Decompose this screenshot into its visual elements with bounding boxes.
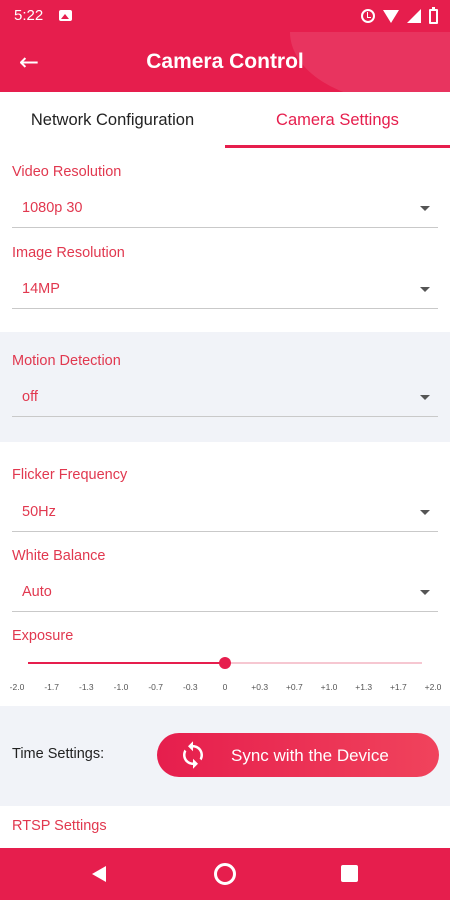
chevron-down-icon: [420, 206, 430, 211]
exposure-tick-label: +0.7: [285, 682, 303, 692]
status-bar: 5:22: [0, 0, 450, 32]
status-time: 5:22: [14, 7, 44, 24]
slider-fill: [28, 662, 225, 664]
wifi-icon: [383, 9, 399, 23]
status-icons: [361, 6, 438, 26]
white-balance-select[interactable]: Auto: [12, 574, 438, 612]
chevron-down-icon: [420, 590, 430, 595]
exposure-tick-label: +2.0: [424, 682, 442, 692]
tab-bar: Network Configuration Camera Settings: [0, 92, 450, 148]
motion-detection-label: Motion Detection: [12, 353, 121, 369]
exposure-tick-label: +0.3: [251, 682, 269, 692]
chevron-down-icon: [420, 395, 430, 400]
flicker-frequency-label: Flicker Frequency: [12, 467, 128, 483]
chevron-down-icon: [420, 287, 430, 292]
exposure-slider[interactable]: [28, 657, 422, 670]
battery-icon: [429, 6, 438, 24]
slider-thumb[interactable]: [219, 657, 231, 669]
video-resolution-select[interactable]: 1080p 30: [12, 190, 438, 228]
white-balance-label: White Balance: [12, 548, 106, 564]
exposure-tick-labels: -2.0 -1.7 -1.3 -1.0 -0.7 -0.3 0 +0.3 +0.7 +1.0 +1.…: [10, 682, 442, 696]
flicker-frequency-value: 50Hz: [22, 504, 56, 520]
chevron-down-icon: [420, 510, 430, 515]
image-icon: [59, 10, 72, 21]
nav-recent-icon[interactable]: [341, 865, 358, 882]
white-balance-value: Auto: [22, 584, 52, 600]
tab-network-configuration[interactable]: Network Configuration: [0, 92, 225, 148]
flicker-frequency-select[interactable]: 50Hz: [12, 494, 438, 532]
motion-detection-value: off: [22, 389, 38, 405]
sync-with-device-button[interactable]: Sync with the Device: [157, 733, 439, 777]
sync-icon: [183, 741, 203, 769]
tab-camera-settings[interactable]: Camera Settings: [225, 92, 450, 148]
video-resolution-label: Video Resolution: [12, 164, 122, 180]
motion-detection-section: Motion Detection off: [0, 332, 450, 442]
exposure-tick-label: -1.3: [79, 682, 94, 692]
sync-button-label: Sync with the Device: [231, 746, 389, 765]
nav-back-icon[interactable]: [88, 862, 112, 886]
exposure-tick-label: -0.7: [148, 682, 163, 692]
app-bar: ← Camera Control: [0, 32, 450, 92]
time-settings-label: Time Settings:: [12, 746, 105, 762]
exposure-tick-label: +1.7: [389, 682, 407, 692]
exposure-tick-label: -2.0: [9, 682, 25, 692]
exposure-tick-label: 0: [222, 682, 228, 692]
alarm-icon: [361, 9, 375, 23]
exposure-tick-label: -1.0: [113, 682, 129, 692]
image-resolution-value: 14MP: [22, 281, 60, 297]
exposure-tick-label: -1.7: [44, 682, 59, 692]
exposure-label: Exposure: [12, 628, 74, 644]
exposure-tick-label: +1.3: [355, 682, 373, 692]
exposure-tick-label: +1.0: [320, 682, 338, 692]
page-title: Camera Control: [146, 50, 304, 73]
rtsp-settings-label: RTSP Settings: [12, 818, 107, 834]
image-resolution-select[interactable]: 14MP: [12, 271, 438, 309]
exposure-tick-label: -0.3: [183, 682, 198, 692]
navigation-bar: [0, 848, 450, 900]
signal-icon: [407, 9, 421, 23]
image-resolution-label: Image Resolution: [12, 245, 125, 261]
video-resolution-value: 1080p 30: [22, 200, 83, 216]
motion-detection-select[interactable]: off: [12, 379, 438, 417]
nav-home-icon[interactable]: [214, 863, 236, 885]
resolution-section: Video Resolution 1080p 30 Image Resoluti…: [0, 148, 450, 332]
